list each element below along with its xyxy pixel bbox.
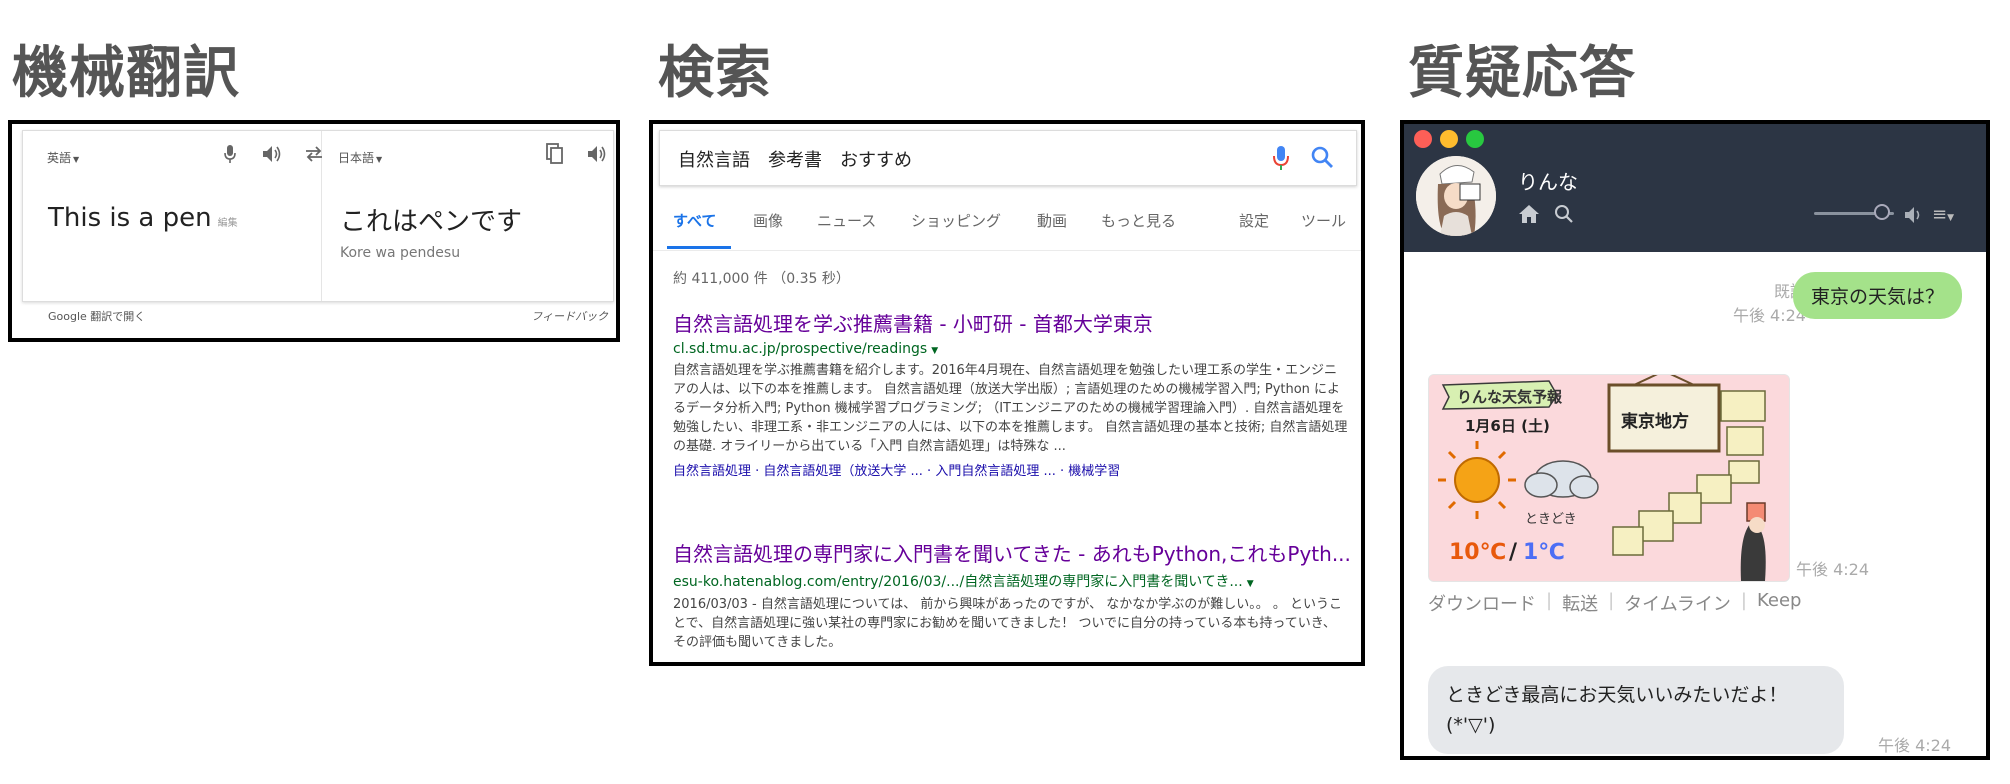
- result-snippet: 2016/03/03 - 自然言語処理については、 前から興味があったのですが、…: [673, 597, 1343, 650]
- search-icon[interactable]: [1310, 145, 1334, 173]
- copy-icon[interactable]: [544, 143, 566, 165]
- chat-panel: りんな ≡▼ 既読 午後 4:24 東京の天気は？ りんな天気予報 1月6日 (…: [1400, 120, 1990, 760]
- result-url[interactable]: esu-ko.hatenablog.com/entry/2016/03/.../…: [673, 571, 1349, 591]
- microphone-icon[interactable]: [219, 143, 241, 165]
- search-icon[interactable]: [1554, 204, 1574, 228]
- volume-slider-handle[interactable]: [1874, 204, 1890, 220]
- tab-shopping[interactable]: ショッピング: [911, 210, 1001, 246]
- forward-link[interactable]: 転送: [1562, 590, 1598, 616]
- result-sitelinks[interactable]: 自然言語処理 · 自然言語処理（放送大学 ... · 入門自然言語処理 ... …: [673, 460, 1349, 479]
- target-language-select[interactable]: 日本語 ▼: [338, 149, 382, 166]
- maximize-window-button[interactable]: [1466, 130, 1484, 148]
- avatar[interactable]: [1416, 156, 1496, 236]
- search-input[interactable]: 自然言語 参考書 おすすめ: [678, 146, 912, 172]
- search-section-title: 検索: [658, 41, 772, 106]
- translated-text: これはペンです: [340, 207, 523, 237]
- feedback-link[interactable]: フィードバック: [531, 308, 608, 324]
- tab-settings[interactable]: 設定: [1239, 210, 1269, 246]
- translate-card: 英語 ▼ This is a pen 編集 日本語 ▼ これはペンです Kore…: [22, 130, 614, 302]
- close-window-button[interactable]: [1414, 130, 1432, 148]
- target-language-label: 日本語: [338, 151, 375, 165]
- tab-more[interactable]: もっと見る: [1101, 210, 1176, 246]
- result-snippet: 自然言語処理を学ぶ推薦書籍を紹介します。2016年4月現在、自然言語処理を勉強し…: [673, 363, 1348, 454]
- speaker-icon[interactable]: [586, 143, 608, 165]
- tab-videos[interactable]: 動画: [1037, 210, 1067, 246]
- result-title-link[interactable]: 自然言語処理の専門家に入門書を聞いてきた - あれもPython,これもPyth…: [673, 538, 1349, 567]
- read-receipt: 既読: [1773, 282, 1806, 301]
- home-icon[interactable]: [1518, 204, 1540, 228]
- chevron-down-icon: ▼: [73, 155, 80, 164]
- translate-panel: 英語 ▼ This is a pen 編集 日本語 ▼ これはペンです Kore…: [8, 120, 620, 342]
- svg-text:/: /: [1509, 540, 1518, 565]
- source-text: This is a pen: [48, 203, 212, 233]
- source-toolbar: [219, 143, 325, 165]
- search-result: 自然言語処理の専門家に入門書を聞いてきた - あれもPython,これもPyth…: [673, 538, 1349, 652]
- result-url-text: esu-ko.hatenablog.com/entry/2016/03/.../…: [673, 574, 1243, 590]
- speaker-icon[interactable]: [1904, 206, 1924, 228]
- bot-message-bubble: ときどき最高にお天気いいみたいだよ！(*'▽'): [1428, 666, 1844, 754]
- chat-header: りんな ≡▼: [1404, 124, 1986, 252]
- separator: |: [1608, 590, 1615, 611]
- download-link[interactable]: ダウンロード: [1428, 590, 1536, 616]
- tab-all[interactable]: すべて: [667, 210, 731, 249]
- result-url[interactable]: cl.sd.tmu.ac.jp/prospective/readings ▼: [673, 341, 1349, 357]
- message-timestamp: 午後 4:24: [1732, 306, 1806, 325]
- weather-banner-text: りんな天気予報: [1457, 388, 1563, 406]
- minimize-window-button[interactable]: [1440, 130, 1458, 148]
- contact-name: りんな: [1518, 170, 1578, 194]
- image-actions: ダウンロード | 転送 | タイムライン | Keep: [1428, 590, 1801, 616]
- source-pane: 英語 ▼ This is a pen 編集: [23, 131, 322, 301]
- message-timestamp: 午後 4:24: [1878, 736, 1952, 755]
- source-language-label: 英語: [47, 151, 72, 165]
- weather-forecast-image[interactable]: りんな天気予報 1月6日 (土) ときどき 10℃ / 1℃ 東京地方: [1428, 374, 1790, 582]
- timeline-link[interactable]: タイムライン: [1624, 590, 1731, 616]
- weather-region-text: 東京地方: [1621, 411, 1689, 432]
- search-panel: 自然言語 参考書 おすすめ すべて 画像 ニュース ショッピング 動画 もっと見…: [649, 120, 1365, 666]
- translate-section-title: 機械翻訳: [12, 41, 240, 106]
- microphone-icon[interactable]: [1272, 145, 1290, 175]
- source-text-input[interactable]: This is a pen 編集: [48, 203, 238, 233]
- source-language-select[interactable]: 英語 ▼: [47, 149, 79, 166]
- dropdown-arrow-icon[interactable]: ▼: [1247, 579, 1254, 589]
- weather-low-temp: 1℃: [1523, 540, 1565, 565]
- message-timestamp: 午後 4:24: [1796, 560, 1870, 579]
- result-stats: 約 411,000 件 （0.35 秒）: [673, 271, 850, 287]
- open-in-google-link[interactable]: Google 翻訳で開く: [48, 308, 145, 324]
- speaker-icon[interactable]: [261, 143, 283, 165]
- target-toolbar: [544, 143, 608, 165]
- separator: |: [1740, 590, 1747, 611]
- qa-section-title: 質疑応答: [1408, 41, 1636, 106]
- tab-images[interactable]: 画像: [753, 210, 783, 246]
- keep-link[interactable]: Keep: [1757, 590, 1801, 616]
- edit-link[interactable]: 編集: [218, 218, 238, 229]
- dropdown-arrow-icon[interactable]: ▼: [931, 346, 938, 356]
- result-url-text: cl.sd.tmu.ac.jp/prospective/readings: [673, 341, 928, 357]
- target-pane: 日本語 ▼ これはペンです Kore wa pendesu: [322, 131, 613, 301]
- romanization-text: Kore wa pendesu: [340, 245, 461, 261]
- menu-icon[interactable]: ≡▼: [1932, 204, 1954, 225]
- weather-sometimes-text: ときどき: [1525, 512, 1577, 527]
- weather-date-text: 1月6日 (土): [1465, 417, 1550, 435]
- header-icons: [1518, 204, 1574, 228]
- tab-news[interactable]: ニュース: [817, 210, 876, 246]
- result-title-link[interactable]: 自然言語処理を学ぶ推薦書籍 - 小町研 - 首都大学東京: [673, 308, 1349, 337]
- search-tabs: すべて 画像 ニュース ショッピング 動画 もっと見る 設定 ツール: [653, 210, 1361, 251]
- tab-tools[interactable]: ツール: [1301, 210, 1346, 246]
- chevron-down-icon: ▼: [376, 155, 383, 164]
- search-result: 自然言語処理を学ぶ推薦書籍 - 小町研 - 首都大学東京 cl.sd.tmu.a…: [673, 308, 1349, 479]
- separator: |: [1546, 590, 1553, 611]
- weather-high-temp: 10℃: [1449, 540, 1506, 565]
- search-box[interactable]: 自然言語 参考書 おすすめ: [659, 130, 1357, 186]
- user-message-bubble: 東京の天気は？: [1792, 272, 1962, 319]
